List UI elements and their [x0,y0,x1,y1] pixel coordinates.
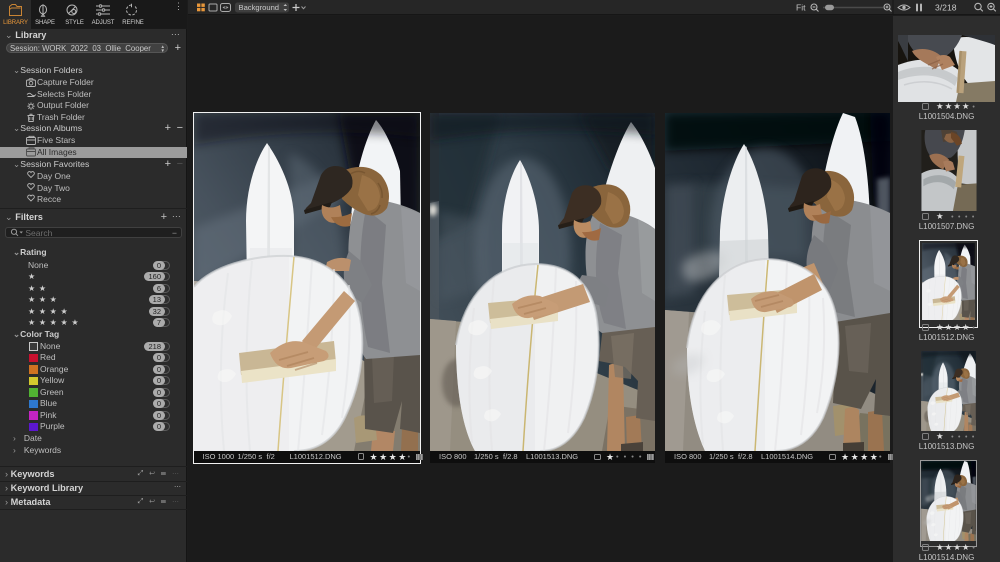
svg-text:Background: Background [239,3,280,12]
svg-text:Fit: Fit [796,3,806,13]
svg-text:3/218: 3/218 [935,3,957,13]
